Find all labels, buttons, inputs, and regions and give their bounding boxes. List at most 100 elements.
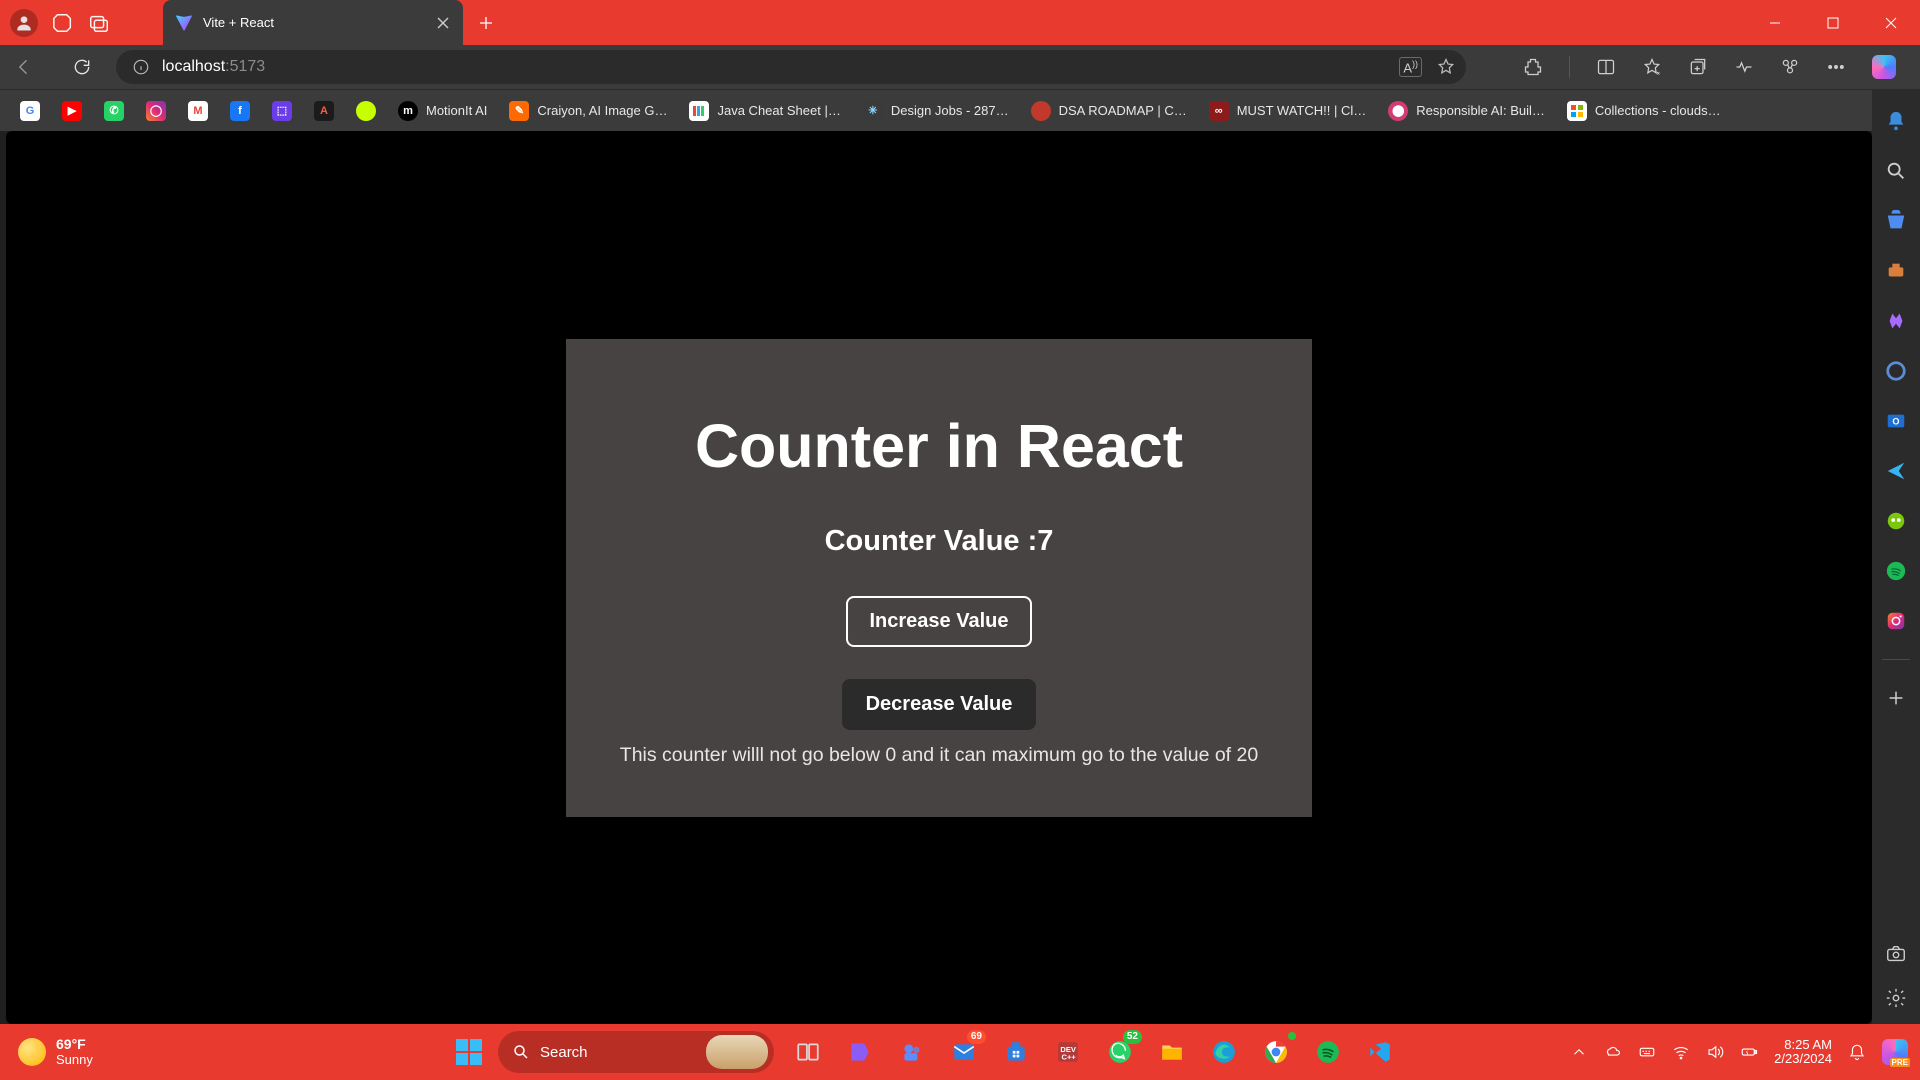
copilot-icon[interactable] xyxy=(1872,55,1896,79)
new-tab-button[interactable] xyxy=(473,10,499,36)
keyboard-icon[interactable] xyxy=(1638,1043,1656,1061)
clipchamp-icon[interactable] xyxy=(842,1034,878,1070)
search-icon[interactable] xyxy=(1884,159,1908,183)
send-icon[interactable] xyxy=(1884,459,1908,483)
site-info-icon[interactable] xyxy=(132,58,150,76)
copilot-pre-icon[interactable]: PRE xyxy=(1882,1039,1908,1065)
bookmark-instagram[interactable]: ◯ xyxy=(140,97,172,125)
bookmark-whatsapp[interactable]: ✆ xyxy=(98,97,130,125)
onedrive-icon[interactable] xyxy=(1604,1043,1622,1061)
motionit-icon: m xyxy=(398,101,418,121)
bookmark-label: Design Jobs - 287… xyxy=(891,103,1009,118)
bell-icon[interactable] xyxy=(1848,1043,1866,1061)
link-icon: ∞ xyxy=(1209,101,1229,121)
workspaces-icon[interactable] xyxy=(52,12,74,34)
bookmark-collections[interactable]: Collections - clouds… xyxy=(1561,97,1727,125)
bookmark-gmail[interactable]: M xyxy=(182,97,214,125)
battery-icon[interactable] xyxy=(1740,1043,1758,1061)
health-icon[interactable] xyxy=(1734,57,1754,77)
bookmark-craiyon[interactable]: ✎Craiyon, AI Image G… xyxy=(503,97,673,125)
devcpp-icon[interactable]: DEVC++ xyxy=(1050,1034,1086,1070)
bookmark-dsa[interactable]: DSA ROADMAP | C… xyxy=(1025,97,1193,125)
read-aloud-icon[interactable]: A)) xyxy=(1399,57,1422,77)
bookmark-dot[interactable] xyxy=(350,97,382,125)
bookmark-label: Collections - clouds… xyxy=(1595,103,1721,118)
games-icon[interactable] xyxy=(1884,309,1908,333)
spotify-task-icon[interactable] xyxy=(1310,1034,1346,1070)
bookmark-google[interactable]: G xyxy=(14,97,46,125)
profile-button[interactable] xyxy=(10,9,38,37)
chrome-icon[interactable] xyxy=(1258,1034,1294,1070)
volume-icon[interactable] xyxy=(1706,1043,1724,1061)
maximize-button[interactable] xyxy=(1804,0,1862,45)
close-tab-icon[interactable] xyxy=(435,15,451,31)
notifications-icon[interactable] xyxy=(1884,109,1908,133)
bookmark-a[interactable]: A xyxy=(308,97,340,125)
mail-badge: 69 xyxy=(967,1030,986,1044)
performance-icon[interactable] xyxy=(1780,57,1800,77)
bookmark-must[interactable]: ∞MUST WATCH!! | Cl… xyxy=(1203,97,1373,125)
page-content: Counter in React Counter Value :7 Increa… xyxy=(6,131,1872,1024)
circle-icon xyxy=(1031,101,1051,121)
instagram-sidebar-icon[interactable] xyxy=(1884,609,1908,633)
favorites-icon[interactable] xyxy=(1642,57,1662,77)
google-icon: G xyxy=(20,101,40,121)
vscode-icon[interactable] xyxy=(1362,1034,1398,1070)
tab-actions-icon[interactable] xyxy=(88,12,110,34)
shopping-icon[interactable] xyxy=(1884,209,1908,233)
chevron-up-icon[interactable] xyxy=(1570,1043,1588,1061)
bookmark-responsible[interactable]: ⬤Responsible AI: Buil… xyxy=(1382,97,1551,125)
favorite-star-icon[interactable] xyxy=(1436,57,1456,77)
tools-icon[interactable] xyxy=(1884,259,1908,283)
taskbar-search[interactable]: Search xyxy=(498,1031,774,1073)
bookmark-motionit[interactable]: mMotionIt AI xyxy=(392,97,493,125)
duo-icon[interactable] xyxy=(1884,509,1908,533)
explorer-icon[interactable] xyxy=(1154,1034,1190,1070)
start-button[interactable] xyxy=(450,1033,488,1071)
edge-icon[interactable] xyxy=(1206,1034,1242,1070)
bookmark-java[interactable]: Java Cheat Sheet |… xyxy=(683,97,846,125)
more-icon[interactable] xyxy=(1826,57,1846,77)
search-illustration xyxy=(706,1035,768,1069)
add-sidebar-icon[interactable] xyxy=(1884,686,1908,710)
extensions-icon[interactable] xyxy=(1523,57,1543,77)
bookmark-facebook[interactable]: f xyxy=(224,97,256,125)
settings-icon[interactable] xyxy=(1884,986,1908,1010)
clock[interactable]: 8:25 AM 2/23/2024 xyxy=(1774,1038,1832,1067)
active-tab[interactable]: Vite + React xyxy=(163,0,463,45)
task-view-icon[interactable] xyxy=(790,1034,826,1070)
decrease-button[interactable]: Decrease Value xyxy=(842,679,1037,730)
bookmarks-bar: G ▶ ✆ ◯ M f ⬚ A mMotionIt AI ✎Craiyon, A… xyxy=(0,89,1920,131)
counter-description: This counter willl not go below 0 and it… xyxy=(620,744,1258,767)
wifi-icon[interactable] xyxy=(1672,1043,1690,1061)
minimize-button[interactable] xyxy=(1746,0,1804,45)
mail-icon[interactable]: 69 xyxy=(946,1034,982,1070)
close-window-button[interactable] xyxy=(1862,0,1920,45)
increase-button[interactable]: Increase Value xyxy=(846,596,1033,647)
refresh-icon[interactable] xyxy=(72,57,92,77)
office-icon[interactable] xyxy=(1884,359,1908,383)
plus-icon xyxy=(478,15,494,31)
store-icon[interactable] xyxy=(998,1034,1034,1070)
bookmark-design[interactable]: ✳Design Jobs - 287… xyxy=(857,97,1015,125)
tab-title: Vite + React xyxy=(203,15,425,30)
teams-icon[interactable] xyxy=(894,1034,930,1070)
weather-widget[interactable]: 69°F Sunny xyxy=(0,1037,93,1067)
bookmark-purple[interactable]: ⬚ xyxy=(266,97,298,125)
gmail-icon: M xyxy=(188,101,208,121)
responsible-icon: ⬤ xyxy=(1388,101,1408,121)
back-icon[interactable] xyxy=(14,57,34,77)
screenshot-icon[interactable] xyxy=(1884,942,1908,966)
split-screen-icon[interactable] xyxy=(1596,57,1616,77)
address-bar[interactable]: localhost:5173 A)) xyxy=(116,50,1466,84)
address-right: A)) xyxy=(1399,57,1456,77)
counter-display: Counter Value :7 xyxy=(825,525,1054,558)
collections-icon[interactable] xyxy=(1688,57,1708,77)
outlook-icon[interactable]: O xyxy=(1884,409,1908,433)
spotify-sidebar-icon[interactable] xyxy=(1884,559,1908,583)
url-text: localhost:5173 xyxy=(162,58,265,76)
bookmark-youtube[interactable]: ▶ xyxy=(56,97,88,125)
whatsapp-task-icon[interactable]: 52 xyxy=(1102,1034,1138,1070)
sheet-icon xyxy=(689,101,709,121)
bookmark-label: Java Cheat Sheet |… xyxy=(717,103,840,118)
